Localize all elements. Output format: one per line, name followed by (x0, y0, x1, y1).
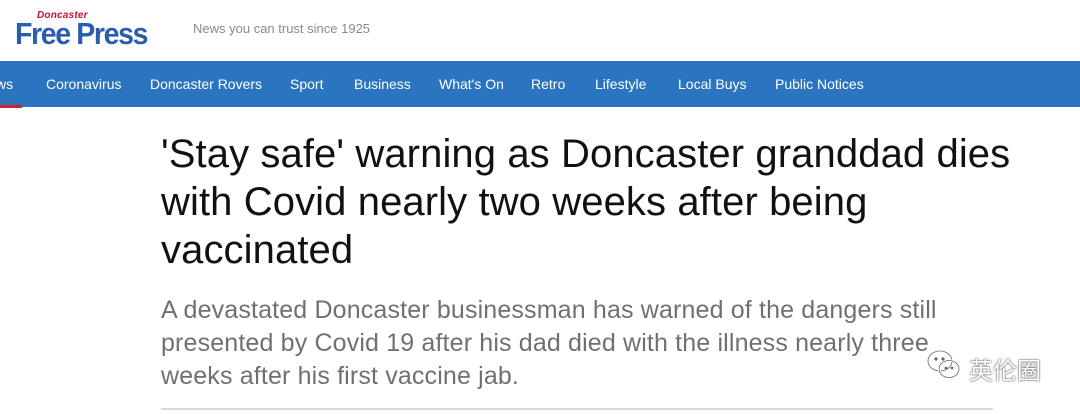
watermark: 英伦圈 (925, 346, 1065, 386)
nav-item-business[interactable]: Business (354, 76, 411, 92)
nav-item-sport[interactable]: Sport (290, 76, 323, 92)
site-header: Doncaster Free Press News you can trust … (0, 0, 1080, 61)
article-headline: 'Stay safe' warning as Doncaster grandda… (161, 132, 1011, 272)
nav-item-coronavirus[interactable]: Coronavirus (46, 76, 121, 92)
nav-item-doncaster-rovers[interactable]: Doncaster Rovers (150, 76, 262, 92)
site-logo[interactable]: Doncaster Free Press (15, 10, 175, 51)
nav-item-news[interactable]: ws (0, 76, 13, 92)
nav-item-lifestyle[interactable]: Lifestyle (595, 76, 646, 92)
watermark-text: 英伦圈 (969, 358, 1041, 385)
nav-item-retro[interactable]: Retro (531, 76, 565, 92)
nav-item-whats-on[interactable]: What's On (439, 76, 504, 92)
nav-item-public-notices[interactable]: Public Notices (775, 76, 864, 92)
nav-active-indicator (0, 105, 22, 108)
logo-main-text: Free Press (15, 16, 148, 51)
nav-item-local-buys[interactable]: Local Buys (678, 76, 746, 92)
article-divider (161, 408, 993, 410)
wechat-icon (926, 349, 961, 379)
main-nav: ws Coronavirus Doncaster Rovers Sport Bu… (0, 61, 1080, 108)
article-subheadline: A devastated Doncaster businessman has w… (161, 296, 937, 390)
site-tagline: News you can trust since 1925 (193, 21, 371, 36)
